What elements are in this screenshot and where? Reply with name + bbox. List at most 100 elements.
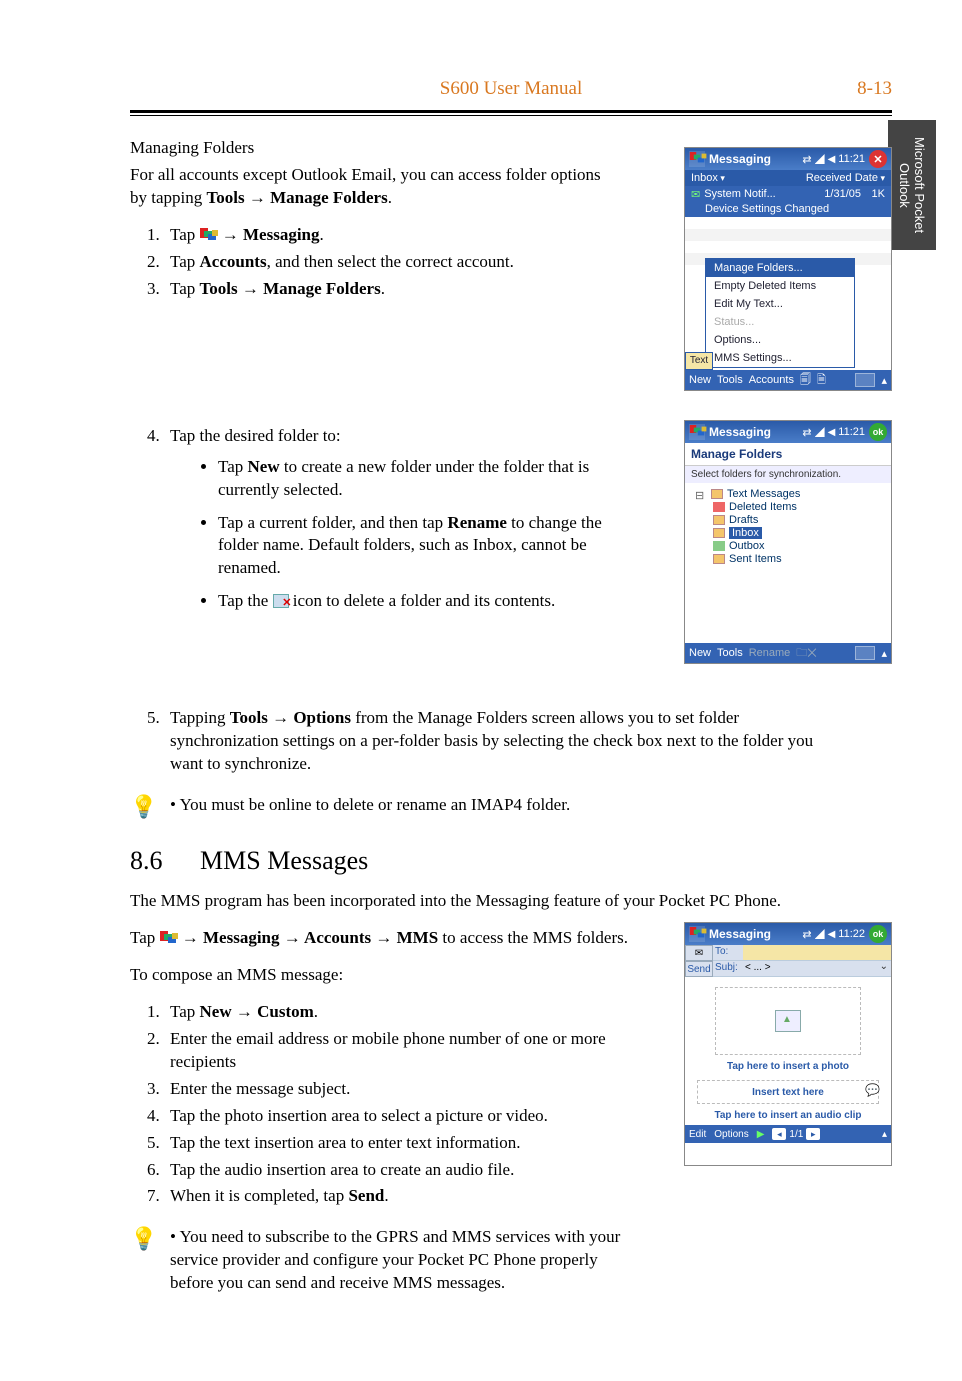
speech-bubble-icon[interactable]: 💬	[865, 1083, 880, 1097]
menu-path: Messaging → Accounts → MMS	[203, 928, 438, 947]
toolbar-tools[interactable]: Tools	[717, 647, 743, 659]
menu-item-edit-my-text[interactable]: Edit My Text...	[706, 295, 854, 313]
photo-insert-area[interactable]	[715, 987, 861, 1055]
bottom-toolbar: Edit Options ▶ ◂ 1/1 ▸ ▴	[685, 1125, 891, 1143]
toolbar-up-icon[interactable]: ▴	[882, 1129, 887, 1140]
menu-item-empty-deleted[interactable]: Empty Deleted Items	[706, 277, 854, 295]
folder-sort-bar: Inbox Received Date	[685, 170, 891, 186]
tools-popup-menu: Manage Folders... Empty Deleted Items Ed…	[705, 258, 855, 368]
start-menu-icon	[160, 931, 178, 945]
clock: 11:22	[838, 928, 865, 940]
menu-path: New → Custom	[200, 1002, 314, 1021]
ok-icon[interactable]: ok	[869, 925, 887, 943]
tree-item-sent[interactable]: Sent Items	[695, 553, 885, 565]
close-icon[interactable]: ✕	[869, 150, 887, 168]
menu-item-options[interactable]: Options...	[706, 331, 854, 349]
mms-step-6: Tap the audio insertion area to create a…	[164, 1159, 610, 1182]
intro-paragraph: For all accounts except Outlook Email, y…	[130, 164, 610, 210]
bullet-delete: Tap the icon to delete a folder and its …	[218, 590, 610, 613]
audio-insert-label[interactable]: Tap here to insert an audio clip	[685, 1110, 891, 1121]
mms-intro-1: The MMS program has been incorporated in…	[130, 890, 840, 913]
step-5: Tapping Tools → Options from the Manage …	[164, 707, 840, 776]
toolbar-tools[interactable]: Tools	[717, 374, 743, 386]
tree-item-drafts[interactable]: Drafts	[695, 514, 885, 526]
menu-item-mms-settings[interactable]: MMS Settings...	[706, 349, 854, 367]
tree-item-deleted[interactable]: Deleted Items	[695, 501, 885, 513]
toolbar-accounts[interactable]: Accounts	[749, 374, 794, 386]
photo-insert-label: Tap here to insert a photo	[685, 1061, 891, 1072]
account-tab-text[interactable]: Text	[685, 352, 713, 370]
arrow: →	[178, 928, 204, 947]
message-row[interactable]: ✉ System Notif... 1/31/05 1K	[685, 186, 891, 203]
text: Tapping	[170, 708, 230, 727]
tree-item-outbox[interactable]: Outbox	[695, 540, 885, 552]
toolbar-options[interactable]: Options	[714, 1129, 748, 1140]
mms-step-3: Enter the message subject.	[164, 1078, 610, 1101]
message-sender: System Notif...	[704, 188, 824, 201]
status-icons: ⇄11:21	[802, 426, 865, 439]
mms-step-4: Tap the photo insertion area to select a…	[164, 1105, 610, 1128]
sip-keyboard-icon[interactable]	[855, 646, 875, 660]
tree-label: Deleted Items	[729, 501, 797, 513]
toolbar-new[interactable]: New	[689, 374, 711, 386]
toolbar-new[interactable]: New	[689, 647, 711, 659]
text: .	[381, 279, 385, 298]
lightbulb-icon: 💡	[130, 1226, 156, 1252]
menu-path: Tools → Manage Folders	[207, 188, 388, 207]
toolbar-up-icon[interactable]: ▴	[881, 647, 887, 660]
toolbar-edit[interactable]: Edit	[689, 1129, 706, 1140]
picture-icon	[775, 1010, 801, 1032]
toolbar-up-icon[interactable]: ▴	[881, 374, 887, 387]
text: Tap	[170, 1002, 200, 1021]
sort-dropdown[interactable]: Received Date	[806, 172, 885, 184]
start-menu-icon[interactable]	[689, 424, 705, 440]
text: Tap	[218, 457, 248, 476]
steps-list-b: Tap the desired folder to: Tap New to cr…	[130, 425, 610, 614]
tree-label-selected: Inbox	[729, 527, 762, 539]
text: Tap	[170, 279, 200, 298]
text: Tap the desired folder to:	[170, 426, 341, 445]
titlebar: Messaging ⇄11:21 ok	[685, 421, 891, 443]
toolbar-icon[interactable]: 🗐	[800, 371, 811, 390]
tree-label: Text Messages	[727, 488, 800, 500]
delete-folder-icon: 🗀✕	[796, 644, 817, 663]
menu-path: Tools → Options	[230, 708, 351, 727]
toolbar-play-icon[interactable]: ▶	[757, 1129, 765, 1140]
bullet-new: Tap New to create a new folder under the…	[218, 456, 610, 502]
mms-step-5: Tap the text insertion area to enter tex…	[164, 1132, 610, 1155]
message-subject: Device Settings Changed	[685, 203, 891, 217]
to-field[interactable]	[743, 945, 891, 960]
text: .	[384, 1186, 388, 1205]
text-insert-area[interactable]: Insert text here 💬	[697, 1080, 879, 1104]
ok-icon[interactable]: ok	[869, 423, 887, 441]
subj-field[interactable]: < ... >	[743, 961, 877, 976]
steps-list-a: Tap → Messaging. Tap Accounts, and then …	[130, 224, 610, 301]
send-button[interactable]: Send	[685, 961, 713, 977]
menu-item: Messaging	[243, 225, 320, 244]
folder-icon	[713, 554, 725, 564]
start-menu-icon[interactable]	[689, 151, 705, 167]
folder-dropdown[interactable]: Inbox	[691, 172, 725, 184]
menu-path: Tools → Manage Folders	[200, 279, 381, 298]
text: Tap	[170, 225, 200, 244]
bullet-rename: Tap a current folder, and then tap Renam…	[218, 512, 610, 581]
lightbulb-icon: 💡	[130, 794, 156, 820]
text: Tap	[170, 252, 200, 271]
toolbar-icon[interactable]: 🗎	[817, 371, 826, 390]
trash-icon	[713, 502, 725, 512]
menu-item-manage-folders[interactable]: Manage Folders...	[706, 259, 854, 277]
bottom-toolbar: New Tools Rename 🗀✕ ▴	[685, 643, 891, 663]
expand-icon[interactable]: ⌄	[877, 961, 891, 976]
tree-item-inbox[interactable]: Inbox	[695, 527, 885, 539]
next-slide-button[interactable]: ▸	[806, 1128, 820, 1140]
prev-slide-button[interactable]: ◂	[772, 1128, 786, 1140]
menu-item: Accounts	[200, 252, 267, 271]
step-3: Tap Tools → Manage Folders.	[164, 278, 610, 301]
sip-keyboard-icon[interactable]	[855, 373, 875, 387]
tip-text: You need to subscribe to the GPRS and MM…	[170, 1227, 620, 1292]
tree-root[interactable]: Text Messages	[695, 488, 885, 500]
folder-icon	[713, 528, 725, 538]
text: to access the MMS folders.	[438, 928, 628, 947]
text-insert-label: Insert text here	[752, 1087, 824, 1098]
start-menu-icon[interactable]	[689, 926, 705, 942]
